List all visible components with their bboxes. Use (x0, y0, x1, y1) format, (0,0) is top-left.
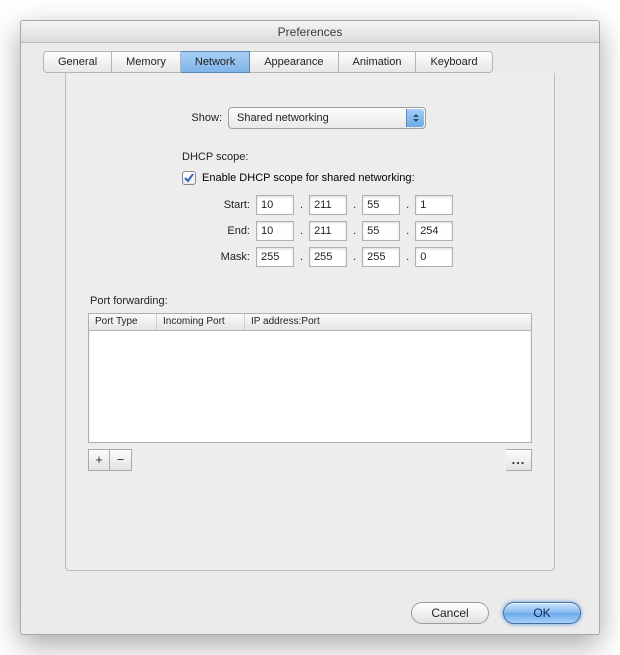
mask-label: Mask: (210, 251, 250, 263)
pf-col-incoming-port[interactable]: Incoming Port (157, 314, 245, 330)
dialog-footer: Cancel OK (21, 602, 599, 624)
start-octet-1[interactable] (256, 195, 294, 215)
end-label: End: (210, 225, 250, 237)
preferences-dialog: Preferences General Memory Network Appea… (20, 20, 600, 635)
port-forwarding-title: Port forwarding: (90, 295, 532, 307)
mask-octet-4[interactable] (415, 247, 453, 267)
pf-header: Port Type Incoming Port IP address:Port (89, 314, 531, 331)
more-button[interactable]: ... (506, 449, 532, 471)
remove-button[interactable]: − (110, 449, 132, 471)
check-icon (183, 172, 195, 184)
tab-bar: General Memory Network Appearance Animat… (43, 51, 577, 73)
add-button[interactable]: + (88, 449, 110, 471)
dropdown-stepper-icon (406, 109, 424, 127)
pf-col-port-type[interactable]: Port Type (89, 314, 157, 330)
enable-dhcp-label: Enable DHCP scope for shared networking: (202, 172, 415, 184)
start-octet-4[interactable] (415, 195, 453, 215)
cancel-button[interactable]: Cancel (411, 602, 489, 624)
tab-animation[interactable]: Animation (339, 51, 417, 73)
dot: . (300, 199, 303, 211)
mask-octet-3[interactable] (362, 247, 400, 267)
dot: . (353, 199, 356, 211)
tab-memory[interactable]: Memory (112, 51, 181, 73)
dot: . (353, 251, 356, 263)
start-octet-2[interactable] (309, 195, 347, 215)
tab-keyboard[interactable]: Keyboard (416, 51, 492, 73)
dhcp-scope-title: DHCP scope: (182, 151, 534, 163)
dot: . (406, 251, 409, 263)
tab-general[interactable]: General (43, 51, 112, 73)
end-octet-2[interactable] (309, 221, 347, 241)
ok-button[interactable]: OK (503, 602, 581, 624)
end-octet-1[interactable] (256, 221, 294, 241)
port-forwarding-section: Port forwarding: Port Type Incoming Port… (88, 295, 532, 471)
end-octet-3[interactable] (362, 221, 400, 241)
enable-dhcp-checkbox[interactable] (182, 171, 196, 185)
end-octet-4[interactable] (415, 221, 453, 241)
dot: . (406, 199, 409, 211)
dot: . (300, 225, 303, 237)
window-title: Preferences (21, 21, 599, 43)
show-dropdown[interactable]: Shared networking (228, 107, 426, 129)
start-label: Start: (210, 199, 250, 211)
tab-appearance[interactable]: Appearance (250, 51, 338, 73)
dot: . (300, 251, 303, 263)
tabs-container: General Memory Network Appearance Animat… (21, 43, 599, 571)
show-dropdown-value: Shared networking (237, 112, 329, 124)
show-label: Show: (182, 112, 222, 124)
tab-network[interactable]: Network (181, 51, 250, 73)
port-forwarding-table[interactable]: Port Type Incoming Port IP address:Port (88, 313, 532, 443)
mask-octet-1[interactable] (256, 247, 294, 267)
start-octet-3[interactable] (362, 195, 400, 215)
network-pane: Show: Shared networking DHCP scope: (65, 73, 555, 571)
dot: . (406, 225, 409, 237)
dot: . (353, 225, 356, 237)
mask-octet-2[interactable] (309, 247, 347, 267)
pf-col-ip-port[interactable]: IP address:Port (245, 314, 531, 330)
